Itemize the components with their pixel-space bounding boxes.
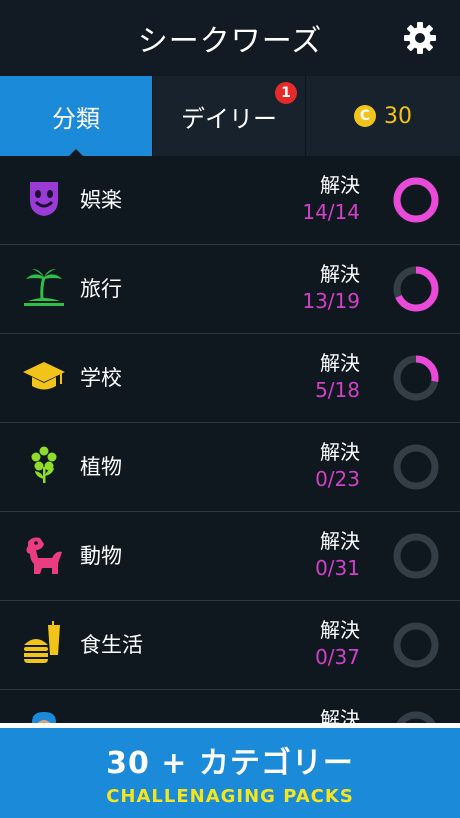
progress-ring xyxy=(393,622,439,668)
app-title: シークワーズ xyxy=(137,24,323,59)
app-header: シークワーズ xyxy=(0,0,460,76)
category-name: 植物 xyxy=(80,455,122,479)
solved-status: 解決 0/31 xyxy=(280,528,360,582)
solved-count: 5/18 xyxy=(315,378,360,402)
flower-icon xyxy=(31,446,57,483)
progress-ring xyxy=(393,177,439,223)
notification-badge: 1 xyxy=(275,82,297,104)
solved-label: 解決 xyxy=(320,262,360,286)
coin-icon: C xyxy=(354,105,376,127)
progress-ring xyxy=(393,533,439,579)
promo-banner[interactable]: 30 + カテゴリー CHALLENAGING PACKS xyxy=(0,723,460,818)
progress-ring-track xyxy=(393,444,439,490)
category-list: 娯楽 解決 14/14 旅行 解決 13/19 学校 解決 5/18 植物 解決… xyxy=(0,156,460,779)
tab-coins[interactable]: C 30 xyxy=(306,76,460,156)
graduation-cap-icon xyxy=(23,362,65,390)
coin-value: 30 xyxy=(384,103,412,129)
progress-ring xyxy=(393,355,439,401)
category-row-animals[interactable]: 動物 解決 0/31 xyxy=(0,512,460,601)
solved-label: 解決 xyxy=(320,529,360,553)
solved-count: 13/19 xyxy=(302,289,360,313)
solved-label: 解決 xyxy=(320,173,360,197)
category-row-food[interactable]: 食生活 解決 0/37 xyxy=(0,601,460,690)
category-row-travel[interactable]: 旅行 解決 13/19 xyxy=(0,245,460,334)
category-name: 旅行 xyxy=(80,277,122,301)
solved-label: 解決 xyxy=(320,440,360,464)
burger-drink-icon xyxy=(24,621,60,663)
solved-status: 解決 13/19 xyxy=(280,261,360,315)
progress-ring-track xyxy=(393,533,439,579)
category-row-plants[interactable]: 植物 解決 0/23 xyxy=(0,423,460,512)
progress-ring-fill xyxy=(393,177,439,223)
tab-categories-label: 分類 xyxy=(52,104,100,133)
solved-count: 0/31 xyxy=(315,556,360,580)
category-row-school[interactable]: 学校 解決 5/18 xyxy=(0,334,460,423)
category-name: 学校 xyxy=(80,366,122,390)
solved-status: 解決 14/14 xyxy=(280,172,360,226)
progress-ring xyxy=(393,444,439,490)
category-name: 食生活 xyxy=(80,633,143,657)
solved-count: 14/14 xyxy=(302,200,360,224)
solved-label: 解決 xyxy=(320,351,360,375)
palm-island-icon xyxy=(24,269,64,306)
solved-count: 0/23 xyxy=(315,467,360,491)
category-name: 動物 xyxy=(80,544,122,568)
progress-ring-track xyxy=(393,622,439,668)
category-row-entertainment[interactable]: 娯楽 解決 14/14 xyxy=(0,156,460,245)
solved-status: 解決 5/18 xyxy=(280,350,360,404)
banner-subtitle: CHALLENAGING PACKS xyxy=(106,786,354,807)
category-name: 娯楽 xyxy=(80,188,122,212)
progress-ring xyxy=(393,266,439,312)
tab-categories[interactable]: 分類 xyxy=(0,76,152,157)
coin-balance: C 30 xyxy=(354,104,412,129)
solved-status: 解決 0/37 xyxy=(280,617,360,671)
gear-icon[interactable] xyxy=(402,20,438,56)
tab-daily[interactable]: デイリー 1 xyxy=(152,76,306,156)
solved-status: 解決 0/23 xyxy=(280,439,360,493)
tab-bar: 分類 デイリー 1 C 30 xyxy=(0,76,460,157)
theater-mask-icon xyxy=(30,182,58,216)
tab-daily-label: デイリー xyxy=(181,104,277,133)
banner-title: 30 + カテゴリー xyxy=(106,746,354,781)
solved-label: 解決 xyxy=(320,618,360,642)
dog-icon xyxy=(26,537,62,574)
solved-count: 0/37 xyxy=(315,645,360,669)
